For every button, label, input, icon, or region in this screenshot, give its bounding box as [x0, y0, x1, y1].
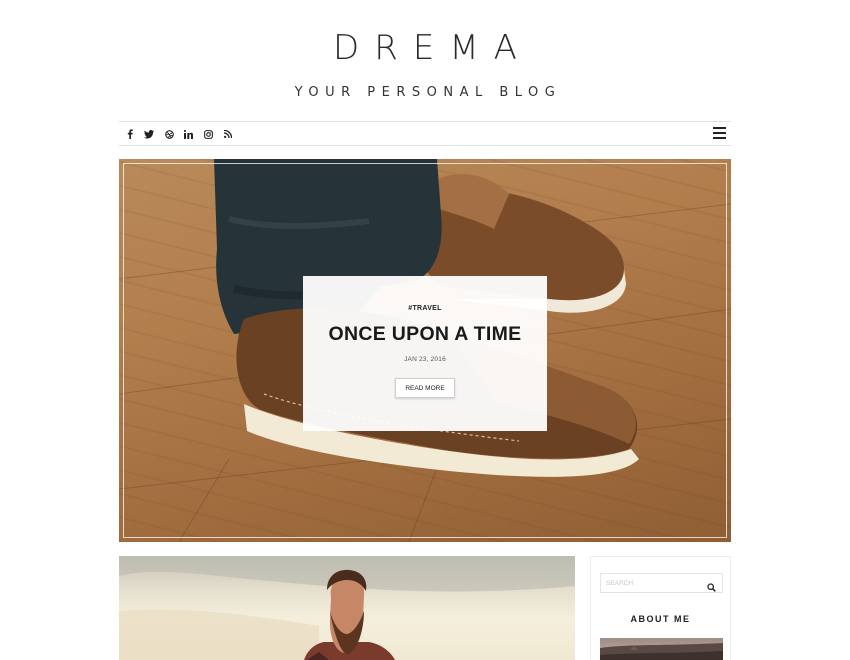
- search-box: [600, 573, 723, 593]
- twitter-icon[interactable]: [143, 128, 156, 141]
- facebook-icon[interactable]: [123, 128, 136, 141]
- search-input[interactable]: [601, 574, 706, 592]
- about-me-image: [600, 638, 723, 660]
- featured-post-hero[interactable]: #TRAVEL ONCE UPON A TIME JAN 23, 2016 RE…: [119, 159, 731, 542]
- post-thumbnail[interactable]: [119, 556, 575, 660]
- search-icon[interactable]: [707, 579, 716, 592]
- post-date: JAN 23, 2016: [404, 356, 446, 363]
- dribbble-icon[interactable]: [163, 128, 176, 141]
- site-title[interactable]: DREMA: [0, 28, 850, 68]
- instagram-icon[interactable]: [202, 128, 215, 141]
- blog-page: DREMA YOUR PERSONAL BLOG #TRAVEL ONCE UP…: [0, 0, 850, 660]
- top-navigation-bar: [119, 121, 731, 146]
- read-more-button[interactable]: READ MORE: [395, 378, 455, 398]
- site-tagline: YOUR PERSONAL BLOG: [294, 85, 562, 100]
- social-links: [123, 126, 242, 142]
- post-category[interactable]: #TRAVEL: [303, 305, 547, 312]
- post-title[interactable]: ONCE UPON A TIME: [303, 323, 547, 346]
- bearded-man-photo: [119, 556, 575, 660]
- sidebar: ABOUT ME: [590, 556, 731, 660]
- about-me-heading: ABOUT ME: [630, 614, 691, 624]
- featured-post-card: #TRAVEL ONCE UPON A TIME JAN 23, 2016 RE…: [303, 276, 547, 431]
- hamburger-menu-icon[interactable]: [713, 127, 726, 139]
- linkedin-icon[interactable]: [182, 128, 195, 141]
- rss-icon[interactable]: [222, 128, 235, 141]
